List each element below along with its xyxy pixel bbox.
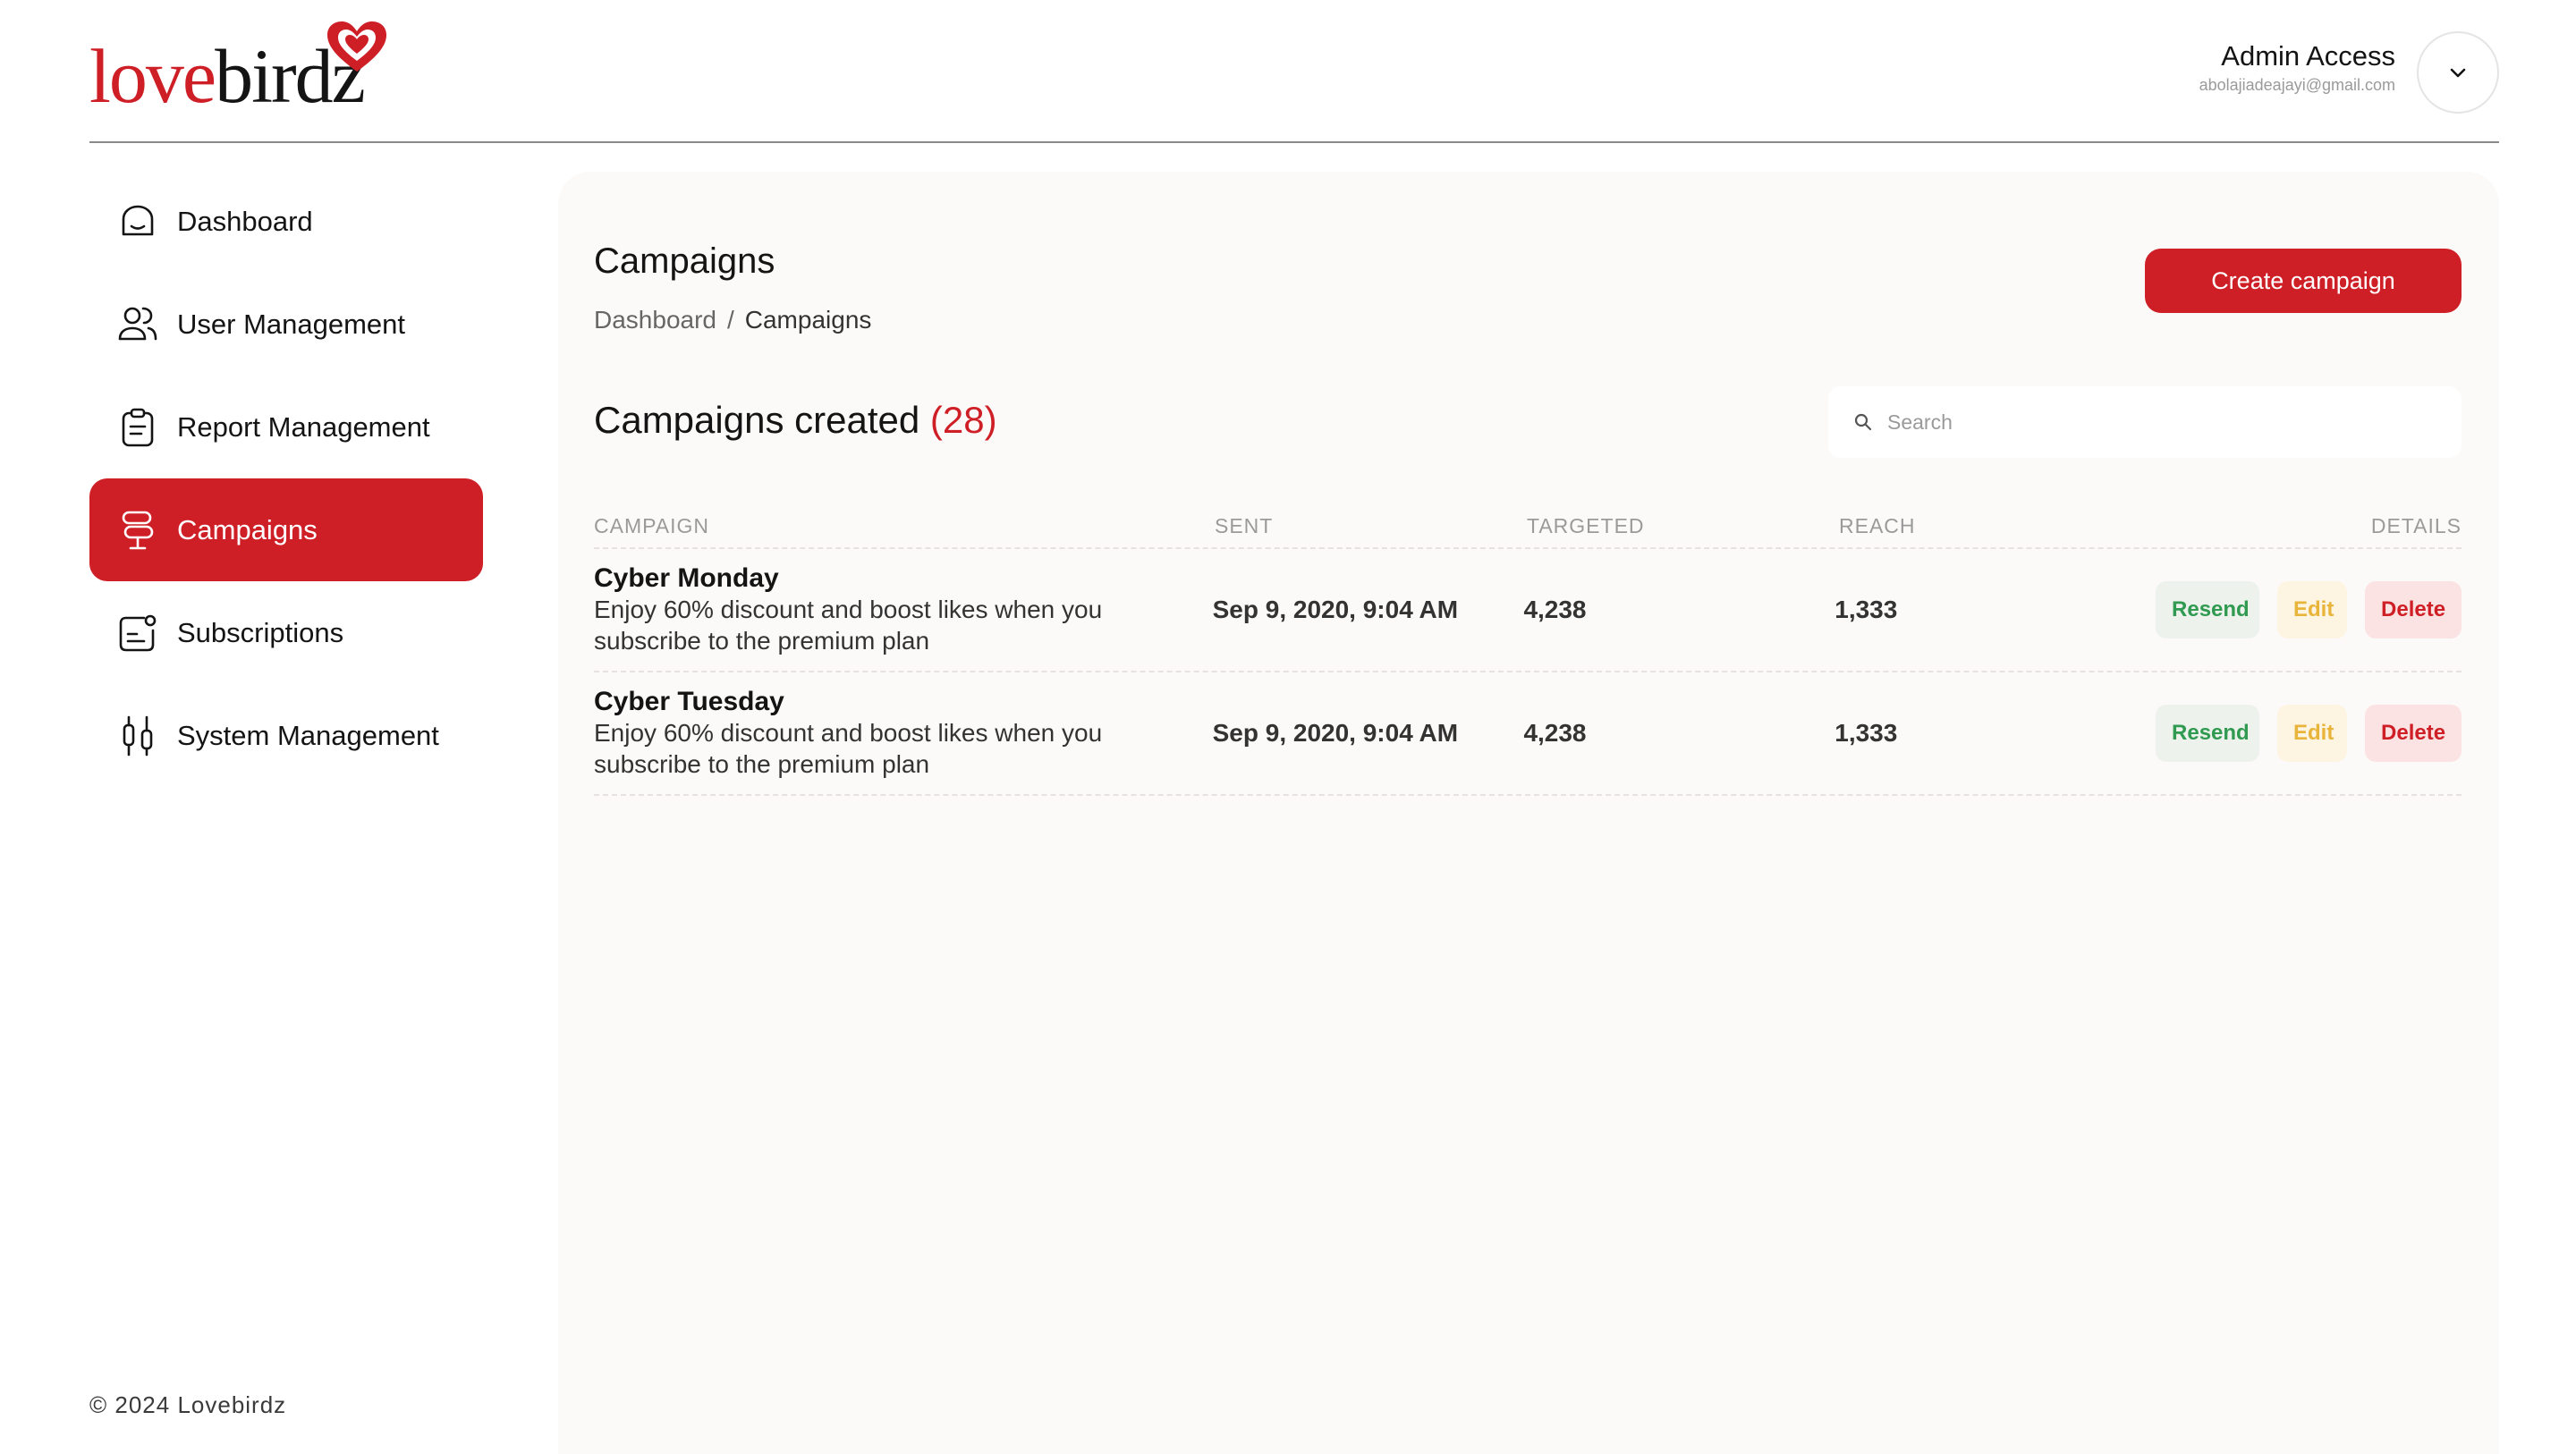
create-campaign-button[interactable]: Create campaign — [2145, 249, 2462, 313]
reach-cell: 1,333 — [1835, 719, 1898, 747]
heart-icon — [327, 21, 386, 72]
sidebar-item-report-management[interactable]: Report Management — [89, 376, 483, 478]
sidebar-item-label: System Management — [177, 719, 439, 751]
breadcrumb-separator: / — [726, 306, 734, 334]
details-cell: Resend Edit Delete — [2156, 705, 2462, 762]
main-panel: Campaigns Dashboard / Campaigns Create c… — [558, 172, 2499, 1454]
campaign-cell: Cyber Monday Enjoy 60% discount and boos… — [594, 563, 1213, 656]
sliders-icon — [116, 714, 159, 757]
breadcrumb-current: Campaigns — [744, 306, 872, 334]
campaign-icon — [116, 509, 159, 552]
column-header-sent[interactable]: SENT — [1215, 514, 1527, 538]
sent-cell: Sep 9, 2020, 9:04 AM — [1212, 596, 1459, 623]
row-actions: Resend Edit Delete — [2156, 581, 2462, 638]
search-box[interactable] — [1828, 386, 2462, 458]
column-header-targeted[interactable]: TARGETED — [1527, 514, 1839, 538]
search-icon — [1854, 413, 1872, 431]
resend-button[interactable]: Resend — [2156, 581, 2260, 638]
column-header-reach[interactable]: REACH — [1839, 514, 2161, 538]
table-row: Cyber Monday Enjoy 60% discount and boos… — [594, 549, 2462, 672]
targeted-cell: 4,238 — [1523, 719, 1587, 747]
edit-button[interactable]: Edit — [2277, 581, 2348, 638]
sidebar-item-label: Dashboard — [177, 205, 313, 237]
breadcrumb-dashboard-link[interactable]: Dashboard — [594, 306, 716, 334]
details-cell: Resend Edit Delete — [2156, 581, 2462, 638]
logo-love: love — [89, 33, 216, 119]
users-icon — [116, 303, 159, 346]
top-header: lovebirdz Admin Access abolajiadeajayi@g… — [89, 0, 2499, 143]
campaign-description: Enjoy 60% discount and boost likes when … — [594, 596, 1103, 655]
table-header: CAMPAIGN SENT TARGETED REACH DETAILS — [594, 504, 2462, 549]
account-menu-toggle[interactable] — [2417, 31, 2499, 114]
section-title-text: Campaigns created — [594, 399, 920, 441]
home-icon — [116, 200, 159, 243]
clipboard-icon — [116, 406, 159, 449]
sidebar-item-system-management[interactable]: System Management — [89, 684, 483, 787]
sidebar-item-subscriptions[interactable]: Subscriptions — [89, 581, 483, 684]
table-row: Cyber Tuesday Enjoy 60% discount and boo… — [594, 672, 2462, 796]
campaign-name: Cyber Tuesday — [594, 687, 784, 716]
row-actions: Resend Edit Delete — [2156, 705, 2462, 762]
edit-button[interactable]: Edit — [2277, 705, 2348, 762]
page-title: Campaigns — [594, 241, 775, 281]
logo-wordmark: lovebirdz — [89, 38, 366, 114]
footer-copyright: © 2024 Lovebirdz — [89, 1391, 287, 1418]
sidebar-item-campaigns[interactable]: Campaigns — [89, 478, 483, 581]
sidebar-item-user-management[interactable]: User Management — [89, 273, 483, 376]
admin-info: Admin Access abolajiadeajayi@gmail.com — [2199, 39, 2395, 97]
sidebar-item-dashboard[interactable]: Dashboard — [89, 170, 483, 273]
sent-cell: Sep 9, 2020, 9:04 AM — [1212, 719, 1459, 747]
reach-cell: 1,333 — [1835, 596, 1898, 623]
delete-button[interactable]: Delete — [2365, 581, 2462, 638]
search-input[interactable] — [1887, 410, 2424, 435]
subscription-icon — [116, 612, 159, 655]
admin-title: Admin Access — [2221, 40, 2395, 72]
section-title: Campaigns created (28) — [594, 399, 997, 442]
admin-email: abolajiadeajayi@gmail.com — [2199, 76, 2395, 94]
campaign-description: Enjoy 60% discount and boost likes when … — [594, 719, 1103, 778]
chevron-down-icon — [2450, 68, 2466, 78]
sidebar-item-label: Report Management — [177, 410, 430, 443]
targeted-cell: 4,238 — [1523, 596, 1587, 623]
campaign-cell: Cyber Tuesday Enjoy 60% discount and boo… — [594, 687, 1213, 780]
sidebar-item-label: Subscriptions — [177, 616, 344, 648]
brand-logo[interactable]: lovebirdz — [89, 21, 386, 114]
sidebar-item-label: User Management — [177, 308, 406, 340]
campaign-name: Cyber Monday — [594, 563, 779, 593]
breadcrumb: Dashboard / Campaigns — [594, 306, 871, 334]
delete-button[interactable]: Delete — [2365, 705, 2462, 762]
sidebar-nav: Dashboard User Management Report Managem… — [89, 170, 483, 787]
column-header-campaign[interactable]: CAMPAIGN — [594, 514, 1215, 538]
resend-button[interactable]: Resend — [2156, 705, 2260, 762]
campaigns-table: CAMPAIGN SENT TARGETED REACH DETAILS Cyb… — [594, 504, 2462, 796]
campaign-count: (28) — [929, 399, 997, 441]
sidebar-item-label: Campaigns — [177, 513, 318, 545]
column-header-details: DETAILS — [2370, 513, 2462, 537]
